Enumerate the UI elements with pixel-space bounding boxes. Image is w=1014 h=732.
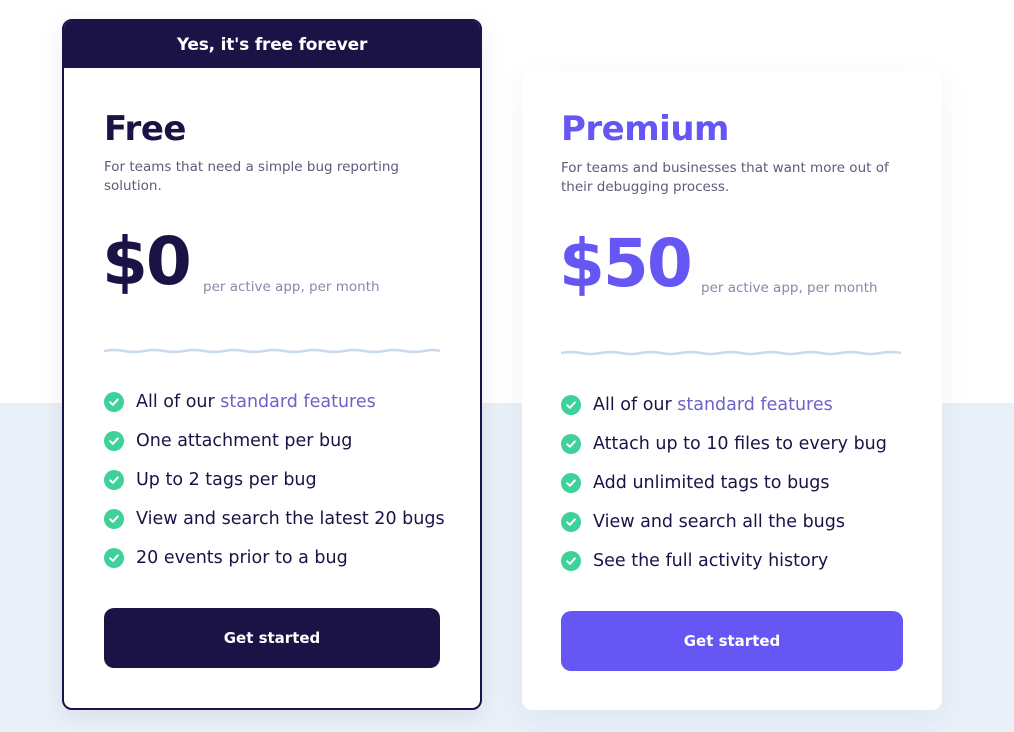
free-plan-price-unit: per active app, per month [203, 279, 380, 295]
free-plan-card: Yes, it's free forever Free For teams th… [62, 19, 482, 710]
list-item: One attachment per bug [104, 421, 445, 460]
list-item: Up to 2 tags per bug [104, 460, 445, 499]
check-circle-icon [104, 547, 124, 568]
free-forever-banner: Yes, it's free forever [64, 21, 480, 68]
premium-plan-price-unit: per active app, per month [701, 280, 878, 296]
premium-plan-price: $50 [559, 225, 693, 302]
premium-plan-card: Premium For teams and businesses that wa… [522, 71, 942, 710]
feature-text: All of our standard features [136, 391, 376, 412]
list-item: View and search the latest 20 bugs [104, 499, 445, 538]
divider-wave [561, 350, 901, 356]
check-circle-icon [561, 511, 581, 532]
feature-text: Attach up to 10 files to every bug [593, 433, 887, 454]
feature-text: Add unlimited tags to bugs [593, 472, 830, 493]
feature-text: All of our standard features [593, 394, 833, 415]
list-item: All of our standard features [104, 382, 445, 421]
free-plan-title: Free [104, 109, 186, 149]
divider-wave [104, 348, 440, 354]
premium-plan-title: Premium [561, 109, 729, 149]
check-circle-icon [104, 430, 124, 451]
feature-text: Up to 2 tags per bug [136, 469, 317, 490]
feature-text: One attachment per bug [136, 430, 353, 451]
check-circle-icon [104, 391, 124, 412]
list-item: See the full activity history [561, 541, 887, 580]
feature-text: 20 events prior to a bug [136, 547, 348, 568]
free-feature-list: All of our standard features One attachm… [104, 382, 445, 577]
feature-text: View and search all the bugs [593, 511, 845, 532]
premium-get-started-button[interactable]: Get started [561, 611, 903, 671]
list-item: 20 events prior to a bug [104, 538, 445, 577]
feature-text: View and search the latest 20 bugs [136, 508, 445, 529]
premium-feature-list: All of our standard features Attach up t… [561, 385, 887, 580]
free-plan-price: $0 [102, 223, 192, 300]
standard-features-link[interactable]: standard features [677, 395, 832, 415]
check-circle-icon [104, 508, 124, 529]
check-circle-icon [561, 472, 581, 493]
free-plan-description: For teams that need a simple bug reporti… [104, 159, 399, 194]
list-item: View and search all the bugs [561, 502, 887, 541]
premium-plan-description: For teams and businesses that want more … [561, 160, 889, 195]
check-circle-icon [561, 433, 581, 454]
check-circle-icon [561, 550, 581, 571]
standard-features-link[interactable]: standard features [220, 392, 375, 412]
list-item: Add unlimited tags to bugs [561, 463, 887, 502]
free-get-started-button[interactable]: Get started [104, 608, 440, 668]
list-item: Attach up to 10 files to every bug [561, 424, 887, 463]
check-circle-icon [104, 469, 124, 490]
feature-text: See the full activity history [593, 550, 829, 571]
check-circle-icon [561, 394, 581, 415]
list-item: All of our standard features [561, 385, 887, 424]
